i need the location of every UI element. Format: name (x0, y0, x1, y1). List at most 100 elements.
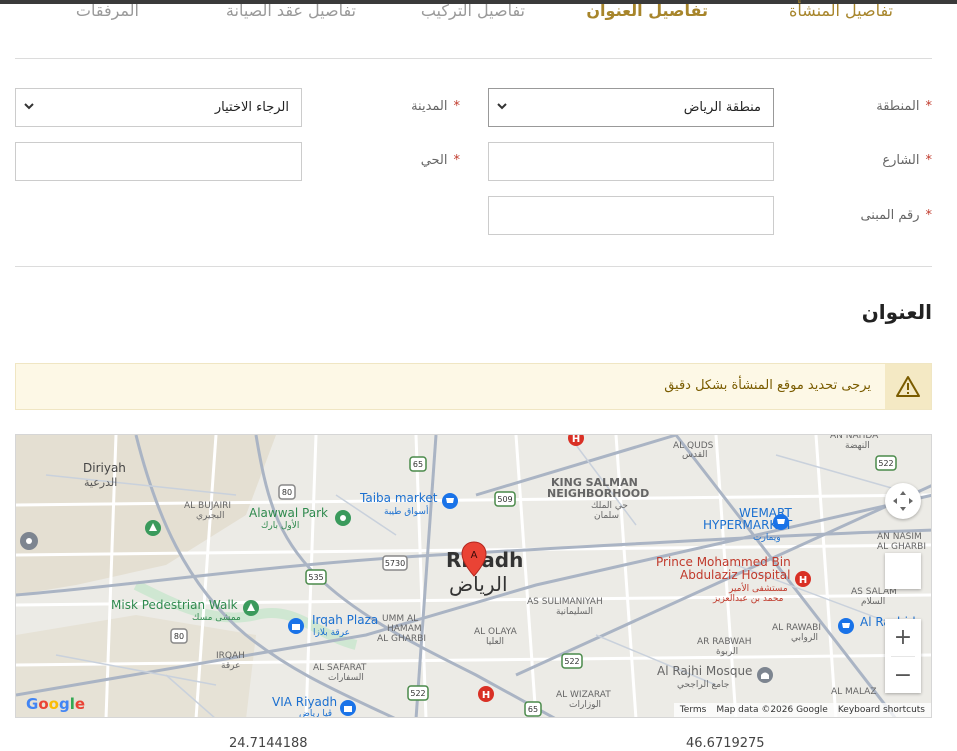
region-select-input[interactable]: منطقة الرياض (489, 89, 773, 126)
place-pin-icon (20, 532, 38, 550)
map-label-via-riyadh-ar: ڤيا رياض (299, 709, 333, 718)
map-label-al-rawabi-ar: الروابي (791, 633, 819, 643)
city-select-input[interactable]: الرجاء الاختيار (16, 89, 301, 126)
road-shield-icon: 80 (170, 628, 188, 644)
map-data-text: Map data ©2026 Google (716, 705, 828, 715)
map-label-riyadh-ar: الرياض (449, 572, 508, 596)
district-label: *الحي (420, 153, 460, 168)
map-label-al-wizarat-ar: الوزارات (569, 700, 602, 710)
road-shield-icon: 5730 (382, 555, 408, 571)
road-shield-icon: 535 (305, 569, 327, 585)
map-label-alawwal-park: Alawwal Park (249, 506, 328, 520)
alert-text: يرجى تحديد موقع المنشأة بشكل دقيق (664, 378, 871, 393)
map-label-king-salman-ar-2: سلمان (594, 511, 620, 521)
shopping-bag-icon (340, 700, 356, 716)
map-attribution: Terms Map data ©2026 Google Keyboard sho… (673, 703, 931, 717)
map-label-ar-rabwah-ar: الربوة (716, 647, 739, 657)
tab-attachments[interactable]: المرفقات (76, 0, 139, 22)
map-label-as-sulimaniyah-ar: السليمانية (556, 607, 593, 617)
road-shield-icon: 522 (407, 685, 429, 701)
map-label-hospital-1: Prince Mohammed Bin (656, 555, 791, 569)
svg-text:522: 522 (878, 459, 893, 468)
map-label-umm-al-hamam-3: AL GHARBI (377, 634, 427, 644)
svg-text:65: 65 (528, 705, 538, 714)
building-number-input[interactable] (489, 197, 773, 234)
map-label-irqah-plaza-ar: عرقة بلازا (313, 628, 351, 638)
map-label-taiba-market-ar: أسواق طيبة (384, 507, 429, 517)
map-pan-control[interactable] (885, 483, 921, 519)
svg-text:509: 509 (497, 495, 512, 504)
hospital-icon: H (795, 571, 811, 587)
address-section-title: العنوان (861, 300, 932, 324)
map-label-hospital-2: Abdulaziz Hospital (680, 568, 791, 582)
street-field[interactable] (488, 142, 774, 181)
divider (15, 266, 932, 267)
svg-text:H: H (482, 690, 490, 701)
map-label-king-salman-2: NEIGHBORHOOD (547, 487, 650, 500)
zoom-in-button[interactable]: + (885, 619, 921, 655)
city-label: *المدينة (411, 99, 460, 114)
map-label-al-safarat-ar: السفارات (328, 673, 364, 683)
map-label-misk-walk: Misk Pedestrian Walk (111, 598, 238, 612)
tab-maintenance-contract[interactable]: تفاصيل عقد الصيانة (226, 0, 356, 22)
svg-text:522: 522 (410, 689, 425, 698)
shopping-cart-icon (838, 618, 854, 634)
warning-icon (896, 376, 920, 397)
tab-address-details[interactable]: تفاصيل العنوان (586, 0, 708, 22)
keyboard-shortcuts-link[interactable]: Keyboard shortcuts (838, 705, 925, 715)
hospital-icon: H (568, 434, 584, 446)
svg-text:5730: 5730 (385, 559, 405, 568)
district-field[interactable] (15, 142, 302, 181)
map-label-an-nahda-ar: النهضة (845, 441, 870, 451)
map-label-al-rajhi-mosque-ar: جامع الراجحي (677, 680, 730, 690)
map-label-irqah-plaza: Irqah Plaza (312, 613, 379, 627)
building-number-label: *رقم المبنى (860, 208, 932, 223)
park-icon (145, 520, 161, 536)
svg-text:80: 80 (174, 632, 184, 641)
map-label-al-malaz: AL MALAZ (831, 687, 877, 697)
svg-text:80: 80 (282, 488, 292, 497)
map-label-alawwal-park-ar: الأول بارك (261, 521, 300, 531)
map-label-via-riyadh: VIA Riyadh (272, 695, 338, 709)
map-label-hospital-ar-2: محمد بن عبدالعزيز (713, 594, 784, 604)
svg-text:A: A (471, 550, 478, 561)
move-arrows-icon (893, 491, 913, 511)
svg-text:522: 522 (564, 657, 579, 666)
shopping-bag-icon (288, 618, 304, 634)
district-input[interactable] (16, 143, 301, 180)
tab-installation-details[interactable]: تفاصيل التركيب (421, 0, 525, 22)
map-label-misk-walk-ar: ممشى مسك (192, 613, 241, 623)
tab-facility-details[interactable]: تفاصيل المنشأة (789, 0, 893, 22)
svg-text:H: H (572, 434, 580, 445)
location-marker-icon[interactable]: A (461, 541, 487, 577)
street-label: *الشارع (882, 153, 932, 168)
hospital-icon: H (478, 686, 494, 702)
terms-link[interactable]: Terms (680, 705, 707, 715)
divider (15, 58, 932, 59)
google-logo: Google (26, 695, 86, 713)
map-label-as-salam-ar: السلام (861, 597, 886, 607)
shopping-cart-icon (442, 493, 458, 509)
road-shield-icon: 80 (278, 484, 296, 500)
park-icon (243, 600, 259, 616)
map-label-diriyah-ar: الدرعية (84, 476, 118, 489)
city-select[interactable]: الرجاء الاختيار (15, 88, 302, 127)
park-icon (335, 510, 351, 526)
street-view-control[interactable] (885, 553, 921, 589)
zoom-out-button[interactable]: − (885, 657, 921, 693)
building-number-field[interactable] (488, 196, 774, 235)
location-map[interactable]: Diriyah الدرعية AL BUJAIRI البجيري Alaww… (15, 434, 932, 718)
svg-text:535: 535 (308, 573, 323, 582)
road-shield-icon: 509 (494, 491, 516, 507)
alert-icon-box (885, 364, 931, 409)
region-label: *المنطقة (876, 99, 932, 114)
street-input[interactable] (489, 143, 773, 180)
mosque-icon (757, 667, 773, 683)
road-shield-icon: 65 (409, 456, 427, 472)
region-select[interactable]: منطقة الرياض (488, 88, 774, 127)
svg-text:H: H (799, 575, 807, 586)
map-label-irqah-ar: عرقة (221, 661, 241, 671)
map-label-al-olaya-ar: العليا (486, 637, 505, 647)
wizard-tabs: تفاصيل المنشأة تفاصيل العنوان تفاصيل الت… (0, 0, 957, 24)
map-label-diriyah: Diriyah (83, 461, 126, 475)
